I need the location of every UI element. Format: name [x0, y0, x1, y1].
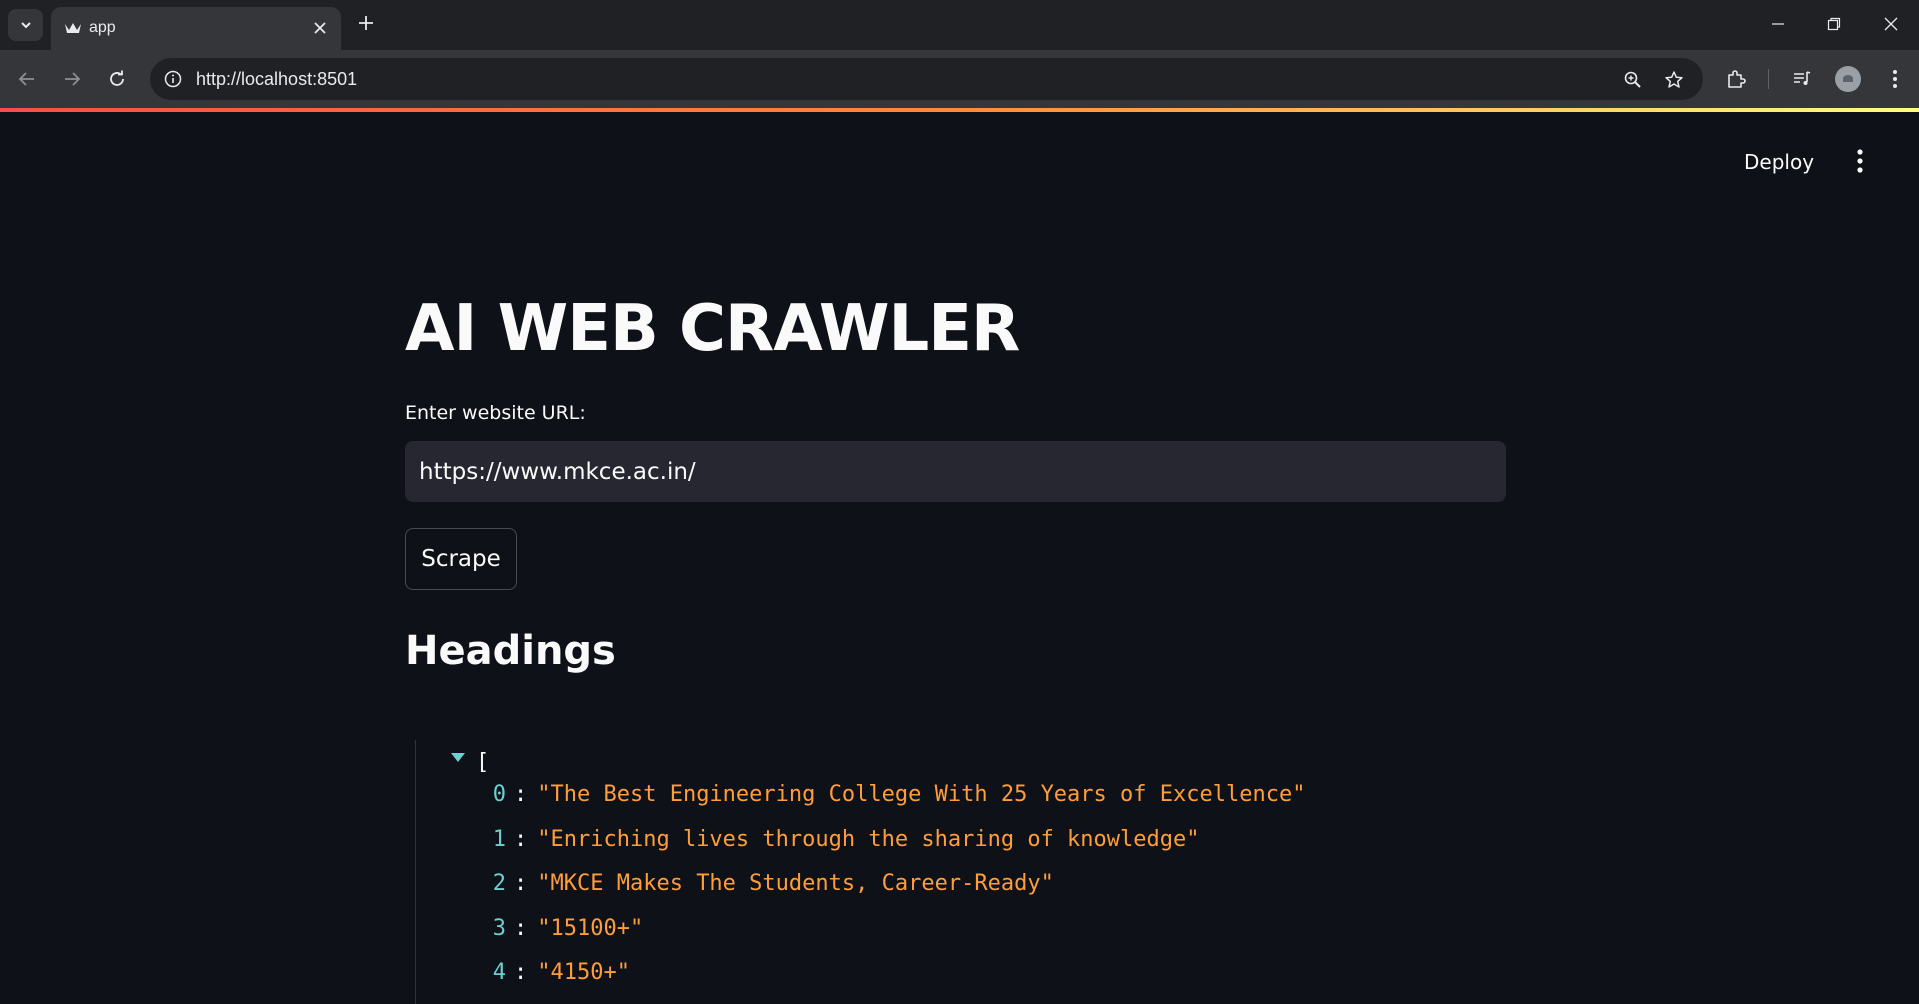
bookmark-star-icon[interactable] [1661, 67, 1687, 93]
browser-toolbar: http://localhost:8501 [0, 50, 1919, 108]
json-key: 2 [492, 870, 506, 896]
json-value: "The Best Engineering College With 25 Ye… [537, 781, 1306, 807]
back-button[interactable] [11, 63, 43, 95]
extensions-icon[interactable] [1720, 63, 1752, 95]
app-menu-icon[interactable] [1848, 146, 1872, 176]
browser-tab[interactable]: app [51, 7, 341, 50]
scrape-button[interactable]: Scrape [405, 528, 517, 590]
profile-avatar[interactable] [1835, 66, 1861, 92]
arrow-right-icon [65, 72, 81, 86]
url-text: http://localhost:8501 [196, 69, 358, 89]
arrow-left-icon [18, 72, 34, 86]
json-key: 1 [492, 826, 506, 852]
deploy-button[interactable]: Deploy [1744, 150, 1814, 174]
browser-menu-icon[interactable] [1879, 63, 1911, 95]
media-controls-icon[interactable] [1786, 63, 1818, 95]
zoom-icon[interactable] [1620, 67, 1646, 93]
close-icon [1884, 17, 1898, 31]
tab-search-button[interactable] [8, 9, 43, 41]
json-open-bracket: [ [476, 750, 490, 775]
json-item: 0: "The Best Engineering College With 25 … [490, 779, 1306, 809]
minimize-window-button[interactable] [1758, 8, 1798, 40]
streamlit-app: Deploy AI WEB CRAWLER Enter website URL:… [0, 112, 1919, 1004]
json-value: "15100+" [537, 915, 644, 941]
json-value: "MKCE Makes The Students, Career-Ready" [537, 870, 1054, 896]
forward-button[interactable] [56, 63, 88, 95]
minimize-icon [1772, 23, 1784, 25]
json-key: 0 [492, 781, 506, 807]
json-key: 4 [492, 959, 506, 985]
tab-title: app [89, 19, 116, 36]
close-window-button[interactable] [1871, 8, 1911, 40]
toolbar-divider [1768, 69, 1769, 89]
address-bar[interactable]: http://localhost:8501 [150, 58, 1703, 100]
url-input-label: Enter website URL: [405, 402, 586, 424]
headings-section-title: Headings [405, 628, 616, 674]
site-info-icon[interactable] [160, 66, 186, 92]
json-value: "Enriching lives through the sharing of … [537, 826, 1200, 852]
reload-button[interactable] [101, 63, 133, 95]
json-viewer: [ 0: "The Best Engineering College With 2… [415, 740, 1515, 1004]
chevron-down-icon [20, 22, 31, 29]
reload-icon [110, 70, 124, 86]
new-tab-button[interactable] [352, 9, 380, 37]
json-item: 4: "4150+" [490, 957, 630, 987]
browser-tabstrip: app [0, 0, 1919, 50]
page-title: AI WEB CRAWLER [405, 292, 1020, 366]
json-value: "4150+" [537, 959, 630, 985]
json-item: 3: "15100+" [490, 913, 643, 943]
restore-window-button[interactable] [1814, 8, 1854, 40]
plus-icon [359, 16, 373, 30]
streamlit-crown-icon [63, 18, 83, 38]
url-input[interactable] [405, 441, 1506, 502]
restore-icon [1827, 17, 1841, 31]
close-tab-icon[interactable] [309, 17, 331, 39]
json-item: 2: "MKCE Makes The Students, Career-Ready… [490, 868, 1054, 898]
json-key: 3 [492, 915, 506, 941]
collapse-triangle-icon[interactable] [450, 752, 466, 764]
json-item: 1: "Enriching lives through the sharing o… [490, 824, 1200, 854]
